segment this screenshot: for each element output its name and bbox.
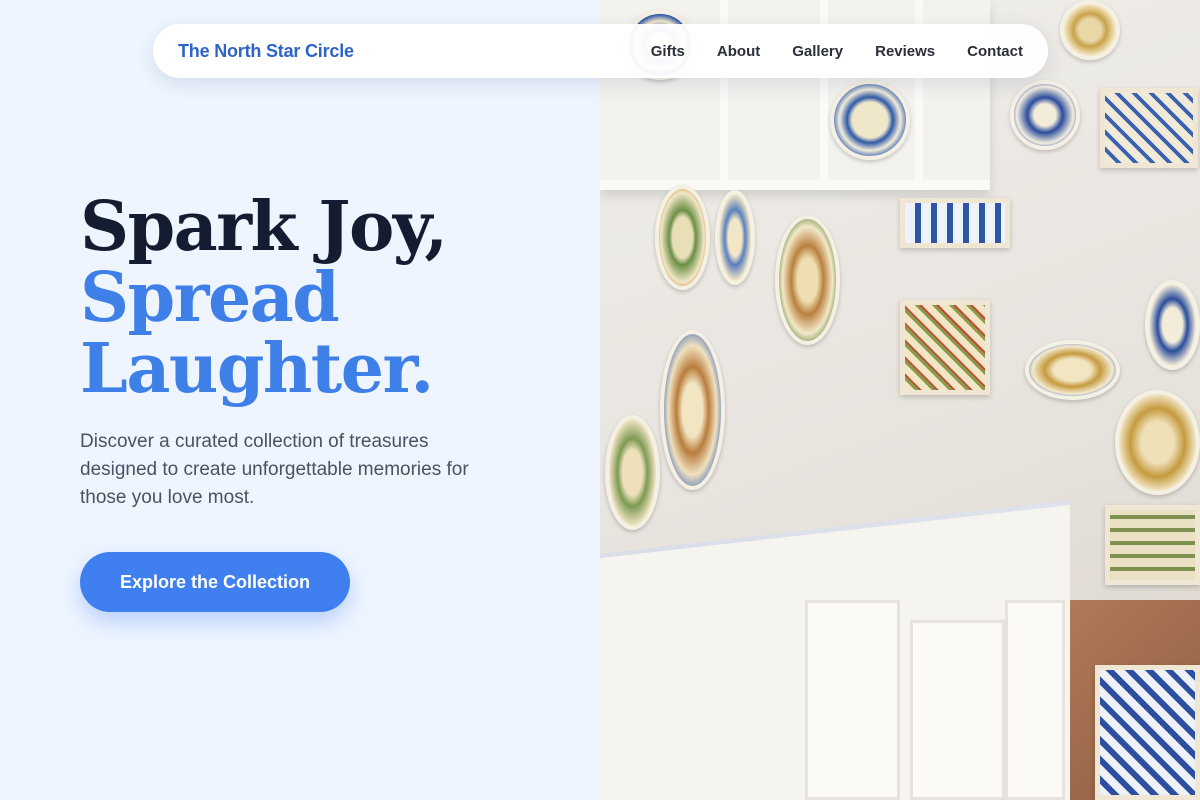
nav-link-reviews[interactable]: Reviews [875, 43, 935, 60]
hero-title-line-2: Spread [80, 258, 340, 338]
top-navbar: The North Star Circle Gifts About Galler… [153, 24, 1048, 78]
photo-plate [1145, 280, 1200, 370]
photo-plate [1025, 340, 1120, 400]
explore-collection-button[interactable]: Explore the Collection [80, 552, 350, 612]
photo-azulejo-panel [1095, 665, 1200, 800]
nav-link-gallery[interactable]: Gallery [792, 43, 843, 60]
photo-plate [775, 215, 840, 345]
photo-cabinet [1005, 600, 1065, 800]
hero-title-line-3: Laughter. [80, 329, 434, 409]
hero-photo-ceramics-shop [600, 0, 1200, 800]
photo-plate [655, 185, 710, 290]
photo-plate [1010, 80, 1080, 150]
brand-logo-text[interactable]: The North Star Circle [178, 41, 354, 62]
photo-cabinet [910, 620, 1005, 800]
photo-plate [1115, 390, 1200, 495]
photo-plate [660, 330, 725, 490]
hero-title-line-1: Spark Joy, [80, 187, 448, 267]
nav-link-gifts[interactable]: Gifts [651, 43, 685, 60]
nav-link-about[interactable]: About [717, 43, 760, 60]
photo-plate [1060, 0, 1120, 60]
photo-tile-tray [1100, 88, 1198, 168]
hero-title: Spark Joy, Spread Laughter. [80, 192, 580, 405]
nav-link-contact[interactable]: Contact [967, 43, 1023, 60]
nav-links: Gifts About Gallery Reviews Contact [619, 43, 1023, 60]
hero-description: Discover a curated collection of treasur… [80, 431, 469, 508]
photo-plate [605, 415, 660, 530]
photo-tile [900, 300, 990, 395]
photo-cabinet [805, 600, 900, 800]
photo-plate [830, 80, 910, 160]
photo-tile-tray [900, 198, 1010, 248]
photo-tile [1105, 505, 1200, 585]
photo-plate [715, 190, 755, 285]
